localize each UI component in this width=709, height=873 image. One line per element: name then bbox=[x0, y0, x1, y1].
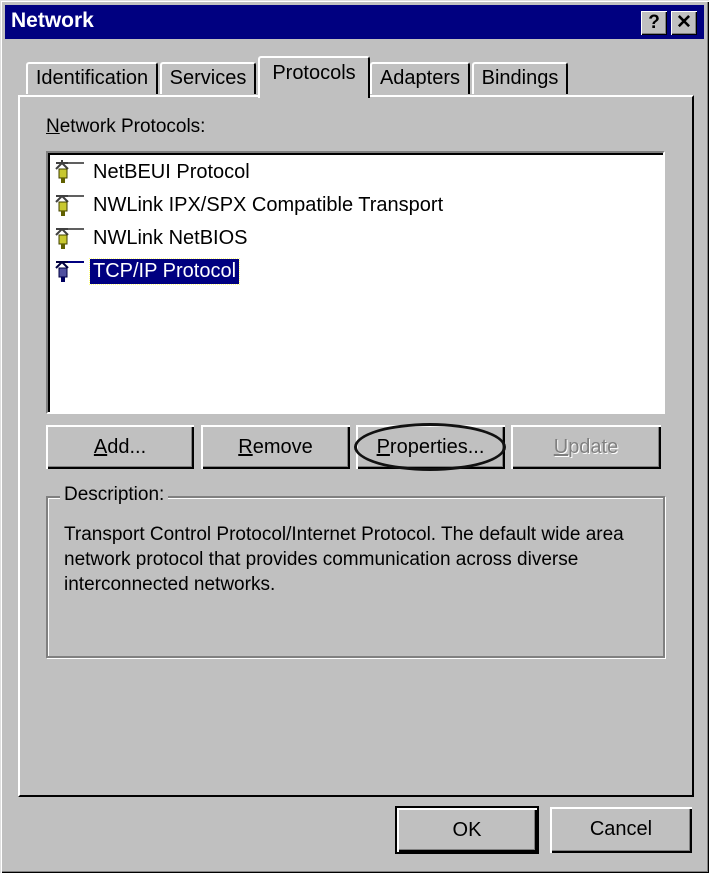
tab-protocols[interactable]: Protocols bbox=[258, 56, 370, 98]
list-item[interactable]: NetBEUI Protocol bbox=[54, 157, 253, 187]
button-label: roperties... bbox=[389, 436, 485, 458]
mnemonic: A bbox=[93, 436, 108, 458]
network-protocol-icon bbox=[55, 160, 84, 183]
tab-services[interactable]: Services bbox=[160, 62, 256, 94]
tab-bindings[interactable]: Bindings bbox=[472, 62, 568, 94]
description-text: Transport Control Protocol/Internet Prot… bbox=[64, 524, 624, 595]
add-button[interactable]: Add... bbox=[46, 425, 194, 469]
help-icon: ? bbox=[648, 12, 660, 33]
item-label: NetBEUI Protocol bbox=[93, 160, 250, 183]
network-protocol-icon bbox=[55, 195, 84, 216]
label-text: etwork Protocols: bbox=[59, 116, 206, 137]
button-label: emove bbox=[252, 436, 313, 458]
network-protocol-icon bbox=[55, 228, 84, 249]
protocols-list[interactable]: NetBEUI Protocol NWLink IPX/SPX Compatib… bbox=[46, 151, 665, 414]
item-label: TCP/IP Protocol bbox=[88, 257, 241, 285]
mnemonic: P bbox=[376, 436, 390, 458]
mnemonic: U bbox=[553, 436, 569, 458]
description-group: Description: Transport Control Protocol/… bbox=[46, 484, 665, 658]
list-item-selected[interactable]: TCP/IP Protocol bbox=[54, 256, 241, 286]
close-button[interactable]: ✕ bbox=[671, 11, 697, 35]
item-label: NWLink NetBIOS bbox=[93, 226, 248, 249]
update-button[interactable]: Update bbox=[511, 425, 661, 469]
item-label: NWLink IPX/SPX Compatible Transport bbox=[93, 193, 444, 216]
mnemonic: N bbox=[46, 116, 60, 137]
title-bar[interactable]: Network ? ✕ bbox=[5, 5, 704, 39]
cancel-button[interactable]: Cancel bbox=[550, 807, 692, 853]
tab-adapters[interactable]: Adapters bbox=[370, 62, 470, 94]
description-label: Description: bbox=[60, 484, 169, 506]
button-label: dd... bbox=[107, 436, 147, 458]
network-protocols-label: Network Protocols: bbox=[46, 116, 205, 138]
remove-button[interactable]: Remove bbox=[201, 425, 350, 469]
button-label: pdate bbox=[568, 436, 619, 458]
close-icon: ✕ bbox=[676, 12, 692, 33]
tab-identification[interactable]: Identification bbox=[26, 62, 158, 94]
mnemonic: R bbox=[238, 436, 253, 458]
network-dialog: Network ? ✕ Identification Services Prot… bbox=[0, 0, 709, 873]
list-item[interactable]: NWLink IPX/SPX Compatible Transport bbox=[54, 190, 446, 220]
network-protocol-icon bbox=[55, 261, 84, 282]
properties-button[interactable]: Properties... bbox=[356, 425, 505, 469]
window-title: Network bbox=[11, 9, 94, 32]
ok-button[interactable]: OK bbox=[397, 808, 537, 852]
list-item[interactable]: NWLink NetBIOS bbox=[54, 223, 250, 253]
help-button[interactable]: ? bbox=[641, 11, 667, 35]
